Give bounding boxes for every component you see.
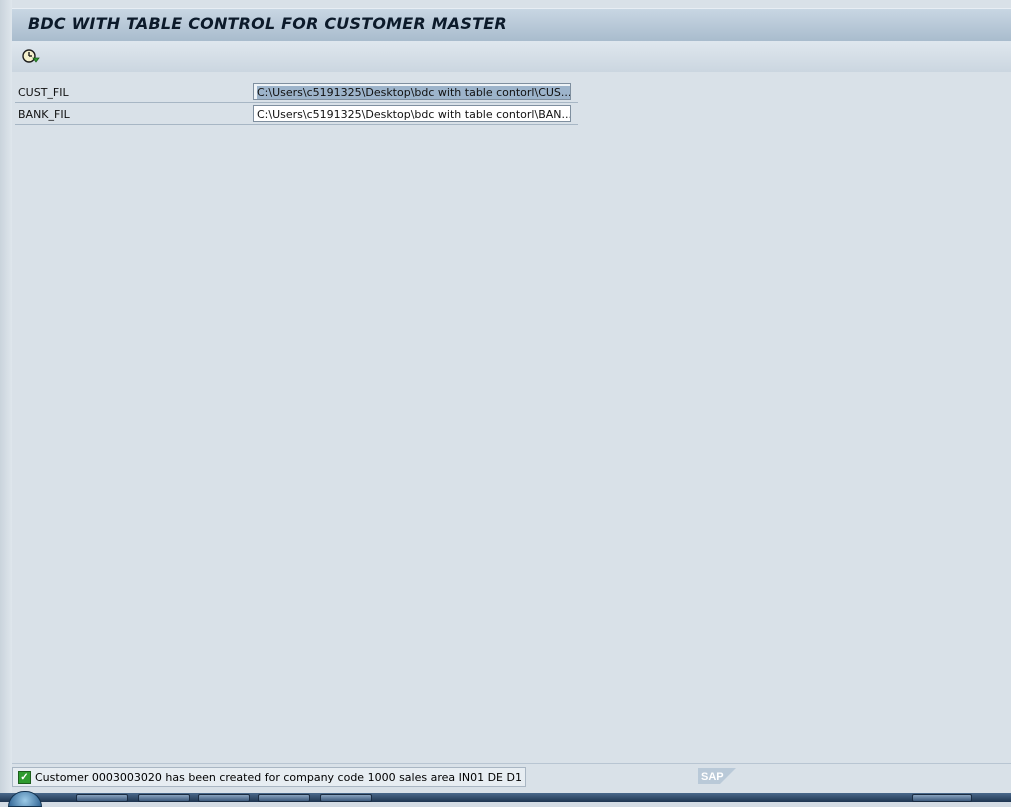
success-check-icon: ✓ <box>18 770 31 784</box>
excel-icon[interactable] <box>76 794 128 802</box>
svg-text:SAP: SAP <box>701 771 724 783</box>
cust-fil-label: CUST_FIL <box>18 86 69 99</box>
tray-area[interactable] <box>912 794 972 802</box>
bank-fil-label: BANK_FIL <box>18 108 70 121</box>
cust-fil-input[interactable]: C:\Users\c5191325\Desktop\bdc with table… <box>253 83 571 100</box>
selection-screen: CUST_FIL C:\Users\c5191325\Desktop\bdc w… <box>12 72 1011 762</box>
bank-fil-row: BANK_FIL C:\Users\c5191325\Desktop\bdc w… <box>15 103 578 125</box>
chrome-icon[interactable] <box>258 794 310 802</box>
execute-button[interactable] <box>21 47 41 65</box>
visual-studio-icon[interactable] <box>198 794 250 802</box>
application-toolbar <box>12 41 1011 73</box>
window-left-edge <box>0 0 12 793</box>
windows-taskbar <box>0 791 1011 807</box>
execute-clock-icon <box>22 49 40 63</box>
cust-fil-row: CUST_FIL C:\Users\c5191325\Desktop\bdc w… <box>15 81 578 103</box>
word-icon[interactable] <box>138 794 190 802</box>
status-bar: ✓ Customer 0003003020 has been created f… <box>12 763 1011 788</box>
status-message-text: Customer 0003003020 has been created for… <box>35 770 522 784</box>
sap-logo: SAP <box>698 768 736 784</box>
status-message[interactable]: ✓ Customer 0003003020 has been created f… <box>12 767 526 787</box>
title-bar: BDC WITH TABLE CONTROL FOR CUSTOMER MAST… <box>12 8 1011 42</box>
bank-fil-input[interactable]: C:\Users\c5191325\Desktop\bdc with table… <box>253 105 571 122</box>
start-button[interactable] <box>8 791 42 807</box>
page-title: BDC WITH TABLE CONTROL FOR CUSTOMER MAST… <box>28 14 507 33</box>
explorer-icon[interactable] <box>320 794 372 802</box>
